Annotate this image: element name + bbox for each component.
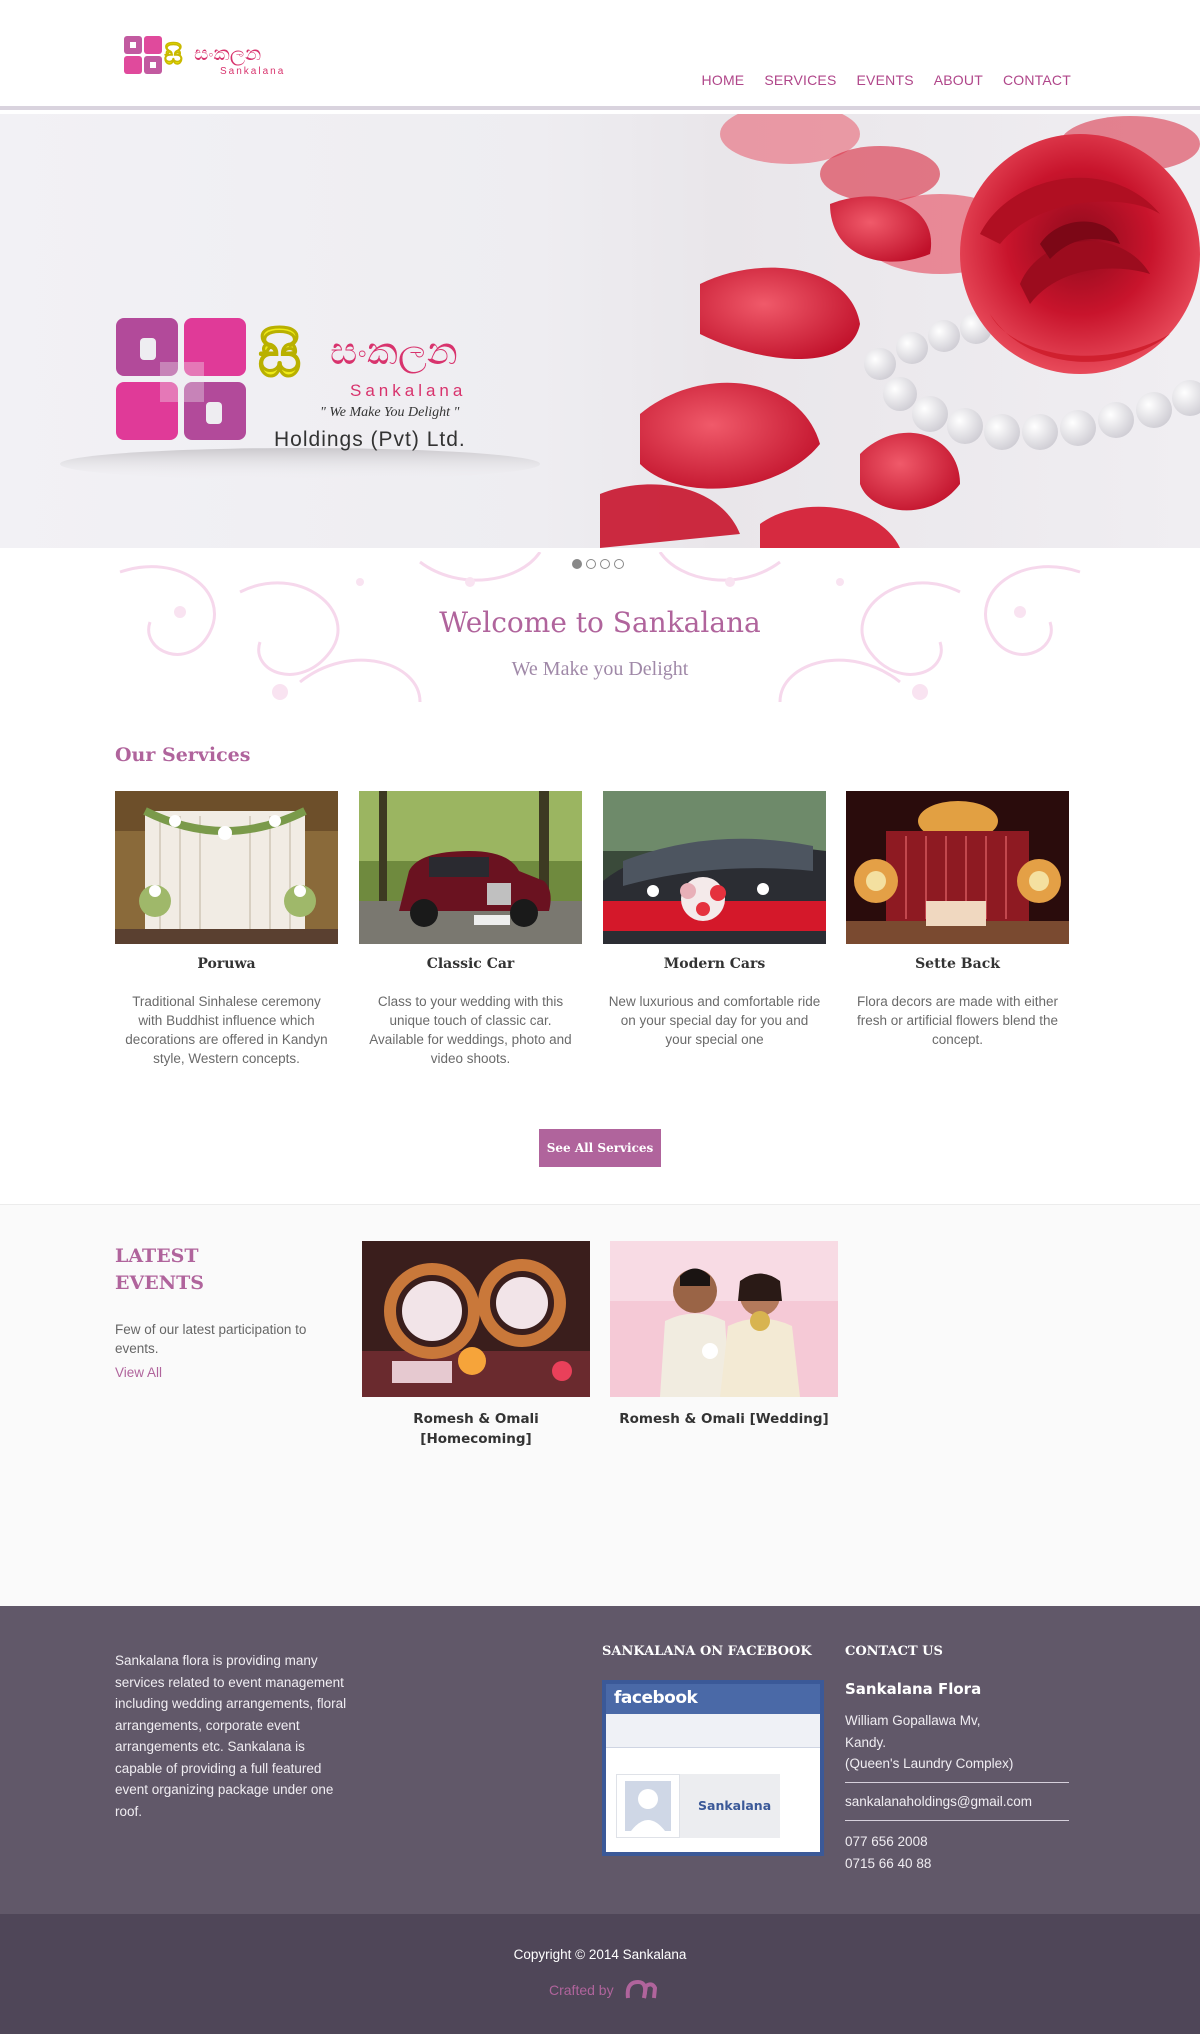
phone-number: 0715 66 40 88	[845, 1855, 932, 1871]
crafted-by[interactable]: Crafted by	[549, 1978, 658, 2002]
service-desc: Class to your wedding with this unique t…	[369, 994, 572, 1066]
nav-about[interactable]: ABOUT	[934, 72, 983, 88]
copyright-text: Copyright © 2014 Sankalana	[513, 1947, 687, 1962]
facebook-avatar-icon	[616, 1774, 680, 1838]
welcome-subtitle: We Make you Delight	[511, 658, 689, 680]
footer-bottom-bar: Copyright © 2014 Sankalana Crafted by	[0, 1914, 1200, 2034]
hero-image: සි සංකලන Sankalana " We Make You Delight…	[60, 114, 1200, 548]
logo-si-glyph: සි	[164, 41, 183, 71]
nav-home[interactable]: HOME	[702, 72, 745, 88]
event-image-homecoming[interactable]	[362, 1241, 590, 1397]
service-name: Modern Cars	[663, 956, 766, 972]
services-title: Our Services	[115, 744, 251, 766]
phone-number: 077 656 2008	[845, 1834, 928, 1849]
nav-events[interactable]: EVENTS	[857, 72, 914, 88]
hero-logo-text-si: සංකලන	[330, 329, 458, 374]
service-desc: Flora decors are made with either fresh …	[856, 994, 1059, 1047]
latest-events-section: LATEST EVENTS Few of our latest particip…	[0, 1204, 1200, 1606]
footer-contact-name: Sankalana Flora	[845, 1680, 982, 1698]
crafted-by-label: Crafted by	[549, 1982, 614, 1998]
facebook-logo: facebook	[606, 1684, 820, 1714]
service-card-sette-back[interactable]: Sette Back Flora decors are made with ei…	[846, 791, 1069, 1049]
events-title: LATEST EVENTS	[115, 1245, 204, 1294]
main-nav: HOME SERVICES EVENTS ABOUT CONTACT	[702, 72, 1071, 88]
welcome-section: Welcome to Sankalana We Make you Delight	[0, 552, 1200, 732]
event-image-wedding[interactable]	[610, 1241, 838, 1397]
facebook-page-name[interactable]: Sankalana	[698, 1798, 771, 1813]
footer-phones: 077 656 2008 0715 66 40 88	[845, 1831, 931, 1874]
hero-slider[interactable]: සි සංකලන Sankalana " We Make You Delight…	[0, 114, 1200, 548]
nav-contact[interactable]: CONTACT	[1003, 72, 1071, 88]
service-desc: New luxurious and comfortable ride on yo…	[608, 994, 821, 1047]
footer-facebook-title: SANKALANA ON FACEBOOK	[602, 1644, 812, 1659]
events-view-all-link[interactable]: View All	[115, 1365, 162, 1380]
service-image-classic-car[interactable]	[359, 791, 582, 944]
footer-divider	[845, 1782, 1069, 1783]
event-card-wedding[interactable]: Romesh & Omali [Wedding]	[610, 1241, 838, 1429]
event-card-homecoming[interactable]: Romesh & Omali [Homecoming]	[362, 1241, 590, 1449]
address-line: (Queen's Laundry Complex)	[845, 1756, 1014, 1771]
hero-logo-text-en: Sankalana	[350, 381, 466, 400]
logo-text-en: Sankalana	[220, 66, 285, 77]
footer-divider	[845, 1820, 1069, 1821]
site-footer: Sankalana flora is providing many servic…	[0, 1606, 1200, 1914]
see-all-services-button[interactable]: See All Services	[539, 1129, 661, 1167]
hero-company: Holdings (Pvt) Ltd.	[274, 428, 466, 451]
service-image-sette-back[interactable]	[846, 791, 1069, 944]
crafter-logo-icon	[625, 1979, 657, 1999]
facebook-widget[interactable]: facebook Sankalana	[602, 1680, 824, 1856]
facebook-page-item[interactable]: Sankalana	[616, 1774, 780, 1838]
hero-tagline: " We Make You Delight "	[320, 405, 460, 420]
logo-text-si: සංකලන	[194, 41, 261, 66]
footer-address: William Gopallawa Mv, Kandy. (Queen's La…	[845, 1710, 1069, 1775]
floral-swirl-decoration	[119, 552, 1081, 703]
service-image-poruwa[interactable]	[115, 791, 338, 944]
address-line: William Gopallawa Mv,	[845, 1713, 981, 1728]
event-caption: Romesh & Omali [Wedding]	[619, 1411, 829, 1427]
footer-about-text: Sankalana flora is providing many servic…	[115, 1653, 347, 1819]
service-card-modern-cars[interactable]: Modern Cars New luxurious and comfortabl…	[603, 791, 826, 1049]
nav-services[interactable]: SERVICES	[764, 72, 836, 88]
service-card-classic-car[interactable]: Classic Car Class to your wedding with t…	[359, 791, 582, 1068]
footer-email-link[interactable]: sankalanaholdings@gmail.com	[845, 1794, 1032, 1809]
facebook-widget-bar	[606, 1714, 820, 1748]
service-desc: Traditional Sinhalese ceremony with Budd…	[125, 994, 328, 1066]
service-card-poruwa[interactable]: Poruwa Traditional Sinhalese ceremony wi…	[115, 791, 338, 1068]
site-header: සි සංකලන Sankalana HOME SERVICES EVENTS …	[0, 0, 1200, 110]
service-name: Classic Car	[426, 956, 515, 972]
service-name: Poruwa	[197, 956, 256, 972]
footer-contact-title: CONTACT US	[845, 1644, 943, 1659]
service-name: Sette Back	[915, 956, 1000, 972]
welcome-title: Welcome to Sankalana	[439, 606, 761, 639]
site-logo[interactable]: සි සංකලන Sankalana	[122, 32, 322, 82]
event-caption: Romesh & Omali [Homecoming]	[413, 1411, 539, 1447]
service-image-modern-cars[interactable]	[603, 791, 826, 944]
hero-logo-si-glyph: සි	[258, 321, 301, 391]
events-desc: Few of our latest participation to event…	[115, 1322, 307, 1356]
address-line: Kandy.	[845, 1734, 887, 1750]
